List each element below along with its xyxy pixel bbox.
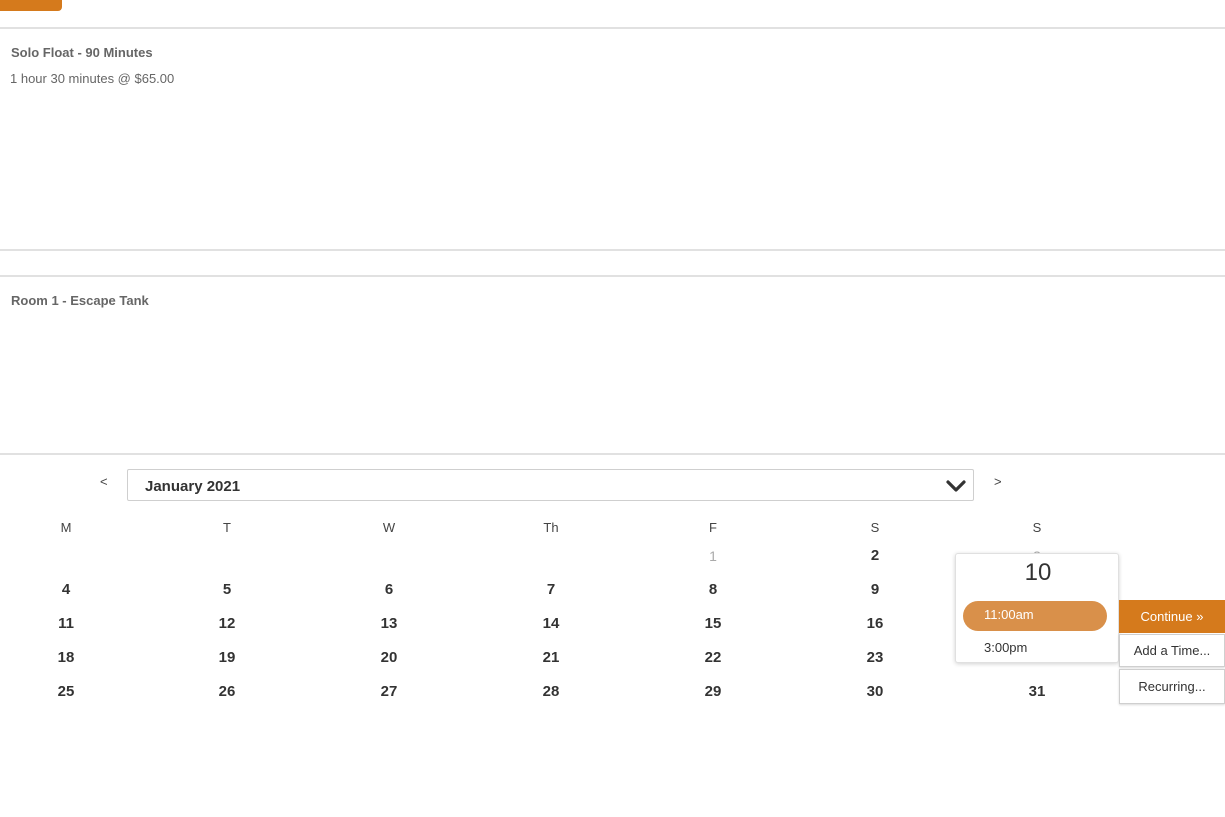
add-time-button[interactable]: Add a Time... xyxy=(1119,634,1225,667)
calendar-day[interactable]: 20 xyxy=(369,649,409,666)
next-month-button[interactable]: > xyxy=(994,474,1002,489)
chevron-down-icon xyxy=(946,480,966,492)
calendar-day[interactable]: 25 xyxy=(46,683,86,700)
dow-thu: Th xyxy=(543,520,559,535)
calendar-day[interactable]: 30 xyxy=(855,683,895,700)
dow-mon: M xyxy=(60,520,72,535)
calendar-day[interactable]: 22 xyxy=(693,649,733,666)
calendar-day[interactable]: 12 xyxy=(207,615,247,632)
room-name: Room 1 - Escape Tank xyxy=(11,293,149,308)
divider xyxy=(0,275,1225,277)
calendar-day[interactable]: 29 xyxy=(693,683,733,700)
calendar-day[interactable]: 2 xyxy=(855,547,895,564)
calendar-day[interactable]: 23 xyxy=(855,649,895,666)
calendar-day[interactable]: 18 xyxy=(46,649,86,666)
calendar-day[interactable]: 15 xyxy=(693,615,733,632)
calendar-day[interactable]: 14 xyxy=(531,615,571,632)
divider xyxy=(0,27,1225,29)
calendar-day: 1 xyxy=(709,548,717,564)
calendar-day[interactable]: 26 xyxy=(207,683,247,700)
time-slot-selected[interactable]: 11:00am xyxy=(963,601,1107,631)
service-name: Solo Float - 90 Minutes xyxy=(11,45,153,60)
recurring-button[interactable]: Recurring... xyxy=(1119,669,1225,704)
calendar-day[interactable]: 7 xyxy=(531,581,571,598)
calendar-day[interactable]: 19 xyxy=(207,649,247,666)
calendar-day[interactable]: 28 xyxy=(531,683,571,700)
top-tab-button[interactable] xyxy=(0,0,62,11)
dow-sat: S xyxy=(870,520,880,535)
time-slot-popover: 10 11:00am 3:00pm xyxy=(955,553,1119,663)
calendar-day[interactable]: 9 xyxy=(855,581,895,598)
continue-button[interactable]: Continue » xyxy=(1119,600,1225,633)
dow-sun: S xyxy=(1032,520,1042,535)
dow-wed: W xyxy=(382,520,396,535)
calendar-day[interactable]: 8 xyxy=(693,581,733,598)
calendar-day[interactable]: 21 xyxy=(531,649,571,666)
divider xyxy=(0,249,1225,251)
calendar-day[interactable]: 27 xyxy=(369,683,409,700)
calendar-day[interactable]: 31 xyxy=(1017,683,1057,700)
divider xyxy=(0,453,1225,455)
time-slot[interactable]: 3:00pm xyxy=(984,640,1027,655)
calendar-day[interactable]: 13 xyxy=(369,615,409,632)
popover-day: 10 xyxy=(1024,559,1052,586)
calendar-day[interactable]: 16 xyxy=(855,615,895,632)
service-detail: 1 hour 30 minutes @ $65.00 xyxy=(10,71,175,86)
dow-fri: F xyxy=(709,520,717,535)
dow-tue: T xyxy=(223,520,231,535)
prev-month-button[interactable]: < xyxy=(100,474,108,489)
month-label: January 2021 xyxy=(145,478,241,495)
calendar-day[interactable]: 5 xyxy=(207,581,247,598)
calendar-day[interactable]: 11 xyxy=(46,615,86,632)
calendar-day[interactable]: 6 xyxy=(369,581,409,598)
month-select[interactable]: January 2021 xyxy=(127,469,974,501)
calendar-day[interactable]: 4 xyxy=(46,581,86,598)
